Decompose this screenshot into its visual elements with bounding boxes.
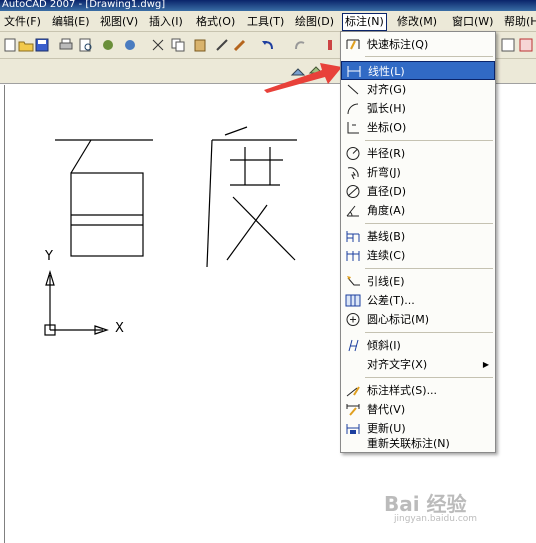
undo-icon[interactable] [260,37,276,53]
override-icon [346,404,360,416]
menu-item-reassociate[interactable]: 重新关联标注(N) [341,434,495,453]
menu-item-tolerance[interactable]: 公差(T)... [341,291,495,310]
menu-separator [365,332,493,333]
dimension-style-icon [346,386,360,397]
menu-item-aligned[interactable]: 对齐(G) [341,80,495,99]
ucs-x-label: X [115,321,124,336]
menu-separator [365,140,493,141]
menu-item-continue[interactable]: 连续(C) [341,246,495,265]
menu-item-align-text[interactable]: 对齐文字(X) ▶ [341,355,495,374]
tolerance-icon [345,294,361,307]
plot-preview-icon[interactable] [78,37,94,53]
menu-item-quick-dimension[interactable]: 快速标注(Q) [341,35,495,54]
leader-icon [347,276,360,286]
cut-icon[interactable] [150,37,166,53]
menu-item-leader[interactable]: 引线(E) [341,272,495,291]
ordinate-icon [347,122,359,134]
print-icon[interactable] [58,37,74,53]
open-file-icon[interactable] [18,37,34,53]
menu-item-arc-length[interactable]: 弧长(H) [341,99,495,118]
menu-format[interactable]: 格式(O) [196,14,235,30]
block-editor-icon[interactable] [232,37,248,53]
menu-modify[interactable]: 修改(M) [397,14,437,30]
etransmit-icon[interactable] [122,37,138,53]
pan-icon[interactable] [322,37,338,53]
menu-item-ordinate[interactable]: 坐标(O) [341,118,495,137]
menu-item-baseline[interactable]: 基线(B) [341,227,495,246]
oblique-icon [348,339,359,352]
center-mark-icon [346,313,360,326]
menu-separator [365,268,493,269]
dimension-menu: 快速标注(Q) 线性(L) 对齐(G) 弧长(H) 坐标(O) 半径(R) 折弯… [340,31,496,453]
diameter-icon [346,185,360,198]
menu-item-jogged[interactable]: 折弯(J) [341,163,495,182]
watermark: Bai 经验 jingyan.baidu.com [384,488,524,528]
menu-item-linear[interactable]: 线性(L) [341,61,495,80]
baseline-icon [346,231,360,242]
window-title: AutoCAD 2007 - [Drawing1.dwg] [2,0,166,10]
menu-item-center-mark[interactable]: 圆心标记(M) [341,310,495,329]
submenu-arrow-icon: ▶ [482,360,489,369]
menu-item-diameter[interactable]: 直径(D) [341,182,495,201]
menu-separator [365,223,493,224]
menu-separator [365,377,493,378]
redo-icon[interactable] [292,37,308,53]
menu-edit[interactable]: 编辑(E) [52,14,90,30]
match-properties-icon[interactable] [214,37,230,53]
properties-icon[interactable] [500,37,516,53]
menu-item-radius[interactable]: 半径(R) [341,144,495,163]
menu-item-override[interactable]: 替代(V) [341,400,495,419]
paste-icon[interactable] [192,37,208,53]
jogged-icon [347,167,359,180]
angular-icon [346,205,359,217]
menu-help[interactable]: 帮助(H [504,14,536,30]
menu-insert[interactable]: 插入(I) [149,14,183,30]
menu-item-oblique[interactable]: 倾斜(I) [341,336,495,355]
menu-dimension[interactable]: 标注(N) [342,13,387,31]
copy-icon[interactable] [170,37,186,53]
continue-icon [346,251,360,261]
menu-file[interactable]: 文件(F) [4,14,41,30]
menu-draw[interactable]: 绘图(D) [295,14,334,30]
menu-window[interactable]: 窗口(W) [452,14,493,30]
watermark-logo-text: Bai 经验 [384,492,467,516]
title-bar: AutoCAD 2007 - [Drawing1.dwg] [0,0,536,11]
menu-separator [365,56,493,57]
arc-length-icon [347,103,359,115]
menu-item-angular[interactable]: 角度(A) [341,201,495,220]
save-icon[interactable] [34,37,50,53]
linear-dimension-icon [347,66,361,77]
watermark-url: jingyan.baidu.com [394,514,478,524]
aligned-dimension-icon [347,84,359,95]
menu-bar: 文件(F) 编辑(E) 视图(V) 插入(I) 格式(O) 工具(T) 绘图(D… [0,11,536,32]
menu-tools[interactable]: 工具(T) [247,14,284,30]
ucs-y-label: Y [45,249,53,264]
red-arrow-annotation [264,63,342,93]
quick-dimension-icon [346,39,360,50]
radius-icon [346,147,360,160]
menu-view[interactable]: 视图(V) [100,14,138,30]
publish-icon[interactable] [100,37,116,53]
menu-item-dimension-style[interactable]: 标注样式(S)... [341,381,495,400]
design-center-icon[interactable] [518,37,534,53]
new-file-icon[interactable] [2,37,18,53]
